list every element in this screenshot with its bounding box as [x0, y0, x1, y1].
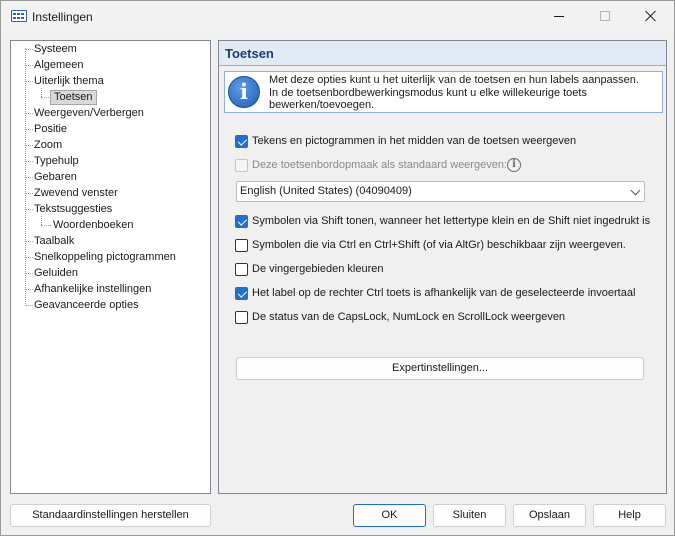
tree-line	[41, 216, 42, 225]
window-title: Instellingen	[32, 10, 93, 24]
center-labels-label: Tekens en pictogrammen in het midden van…	[252, 135, 577, 147]
ctrl-symbols-checkbox[interactable]	[235, 239, 248, 252]
tree-line	[25, 177, 33, 178]
tree-item-taalbalk[interactable]: Taalbalk	[34, 234, 74, 249]
tree-item-positie[interactable]: Positie	[34, 122, 67, 137]
info-line: bewerken/toevoegen.	[269, 99, 375, 111]
tree-item-algemeen[interactable]: Algemeen	[34, 58, 84, 73]
right-ctrl-label-checkbox[interactable]	[235, 287, 248, 300]
close-icon	[645, 10, 657, 22]
tree-line	[25, 257, 33, 258]
info-box: i Met deze opties kunt u het uiterlijk v…	[224, 71, 663, 113]
settings-panel: Toetsen i Met deze opties kunt u het uit…	[218, 40, 667, 494]
tree-item-systeem[interactable]: Systeem	[34, 42, 77, 57]
tree-line	[25, 65, 33, 66]
expert-settings-button[interactable]: Expertinstellingen...	[236, 357, 644, 380]
default-layout-checkbox	[235, 159, 248, 172]
tree-item-toetsen[interactable]: Toetsen	[50, 90, 97, 105]
help-button[interactable]: Help	[593, 504, 666, 527]
lock-status-checkbox[interactable]	[235, 311, 248, 324]
tree-item-weergeven-verbergen[interactable]: Weergeven/Verbergen	[34, 106, 144, 121]
layout-select[interactable]: English (United States) (04090409)	[236, 181, 645, 202]
center-labels-checkbox[interactable]	[235, 135, 248, 148]
tree-item-afhankelijke-instellingen[interactable]: Afhankelijke instellingen	[34, 282, 151, 297]
keyboard-icon	[11, 10, 27, 22]
settings-window: Instellingen Systeem Algemeen Uiterlijk …	[0, 0, 675, 536]
tree-item-geluiden[interactable]: Geluiden	[34, 266, 78, 281]
default-layout-label: Deze toetsenbordopmaak als standaard wee…	[252, 159, 507, 171]
settings-tree[interactable]: Systeem Algemeen Uiterlijk thema Toetsen…	[10, 40, 211, 494]
minimize-icon	[554, 16, 564, 17]
tree-line	[25, 289, 33, 290]
finger-zones-label: De vingergebieden kleuren	[252, 263, 384, 275]
tree-line	[25, 145, 33, 146]
close-dialog-button[interactable]: Sluiten	[433, 504, 506, 527]
info-text: Met deze opties kunt u het uiterlijk van…	[269, 74, 661, 112]
maximize-icon	[600, 11, 610, 21]
tree-line	[41, 88, 42, 97]
info-line: In de toetsenbordbewerkingsmodus kunt u …	[269, 86, 587, 99]
right-ctrl-label-label: Het label op de rechter Ctrl toets is af…	[252, 287, 636, 299]
finger-zones-checkbox[interactable]	[235, 263, 248, 276]
panel-header: Toetsen	[219, 41, 666, 66]
tree-item-snelkoppeling-pictogrammen[interactable]: Snelkoppeling pictogrammen	[34, 250, 176, 265]
tree-item-gebaren[interactable]: Gebaren	[34, 170, 77, 185]
tree-line	[25, 48, 26, 304]
tree-line	[25, 209, 33, 210]
tree-line	[25, 273, 33, 274]
minimize-button[interactable]	[536, 1, 582, 32]
tree-item-zoom[interactable]: Zoom	[34, 138, 62, 153]
shift-symbols-checkbox[interactable]	[235, 215, 248, 228]
lock-status-label: De status van de CapsLock, NumLock en Sc…	[252, 311, 566, 323]
save-button[interactable]: Opslaan	[513, 504, 586, 527]
layout-select-value: English (United States) (04090409)	[240, 185, 412, 197]
tree-line	[25, 81, 33, 82]
tree-item-zwevend-venster[interactable]: Zwevend venster	[34, 186, 118, 201]
ctrl-symbols-label: Symbolen die via Ctrl en Ctrl+Shift (of …	[252, 239, 626, 251]
tree-line	[25, 113, 33, 114]
info-icon: i	[228, 76, 260, 108]
tree-item-woordenboeken[interactable]: Woordenboeken	[53, 218, 134, 233]
tree-item-uiterlijk-thema[interactable]: Uiterlijk thema	[34, 74, 104, 89]
tree-line	[25, 161, 33, 162]
info-line: Met deze opties kunt u het uiterlijk van…	[269, 74, 639, 86]
tree-line	[41, 225, 51, 226]
maximize-button	[582, 1, 628, 32]
chevron-down-icon	[630, 185, 641, 196]
reset-defaults-button[interactable]: Standaardinstellingen herstellen	[10, 504, 211, 527]
tree-line	[25, 305, 33, 306]
ok-button[interactable]: OK	[353, 504, 426, 527]
tree-line	[25, 241, 33, 242]
close-button[interactable]	[628, 1, 674, 32]
tree-line	[25, 49, 33, 50]
shift-symbols-label: Symbolen via Shift tonen, wanneer het le…	[252, 215, 651, 227]
tree-line	[25, 129, 33, 130]
tree-line	[25, 193, 33, 194]
tree-item-geavanceerde-opties[interactable]: Geavanceerde opties	[34, 298, 139, 313]
panel-title: Toetsen	[225, 46, 274, 61]
tree-item-typehulp[interactable]: Typehulp	[34, 154, 79, 169]
title-bar[interactable]: Instellingen	[1, 1, 674, 32]
help-icon[interactable]: i	[507, 158, 521, 172]
tree-item-tekstsuggesties[interactable]: Tekstsuggesties	[34, 202, 112, 217]
